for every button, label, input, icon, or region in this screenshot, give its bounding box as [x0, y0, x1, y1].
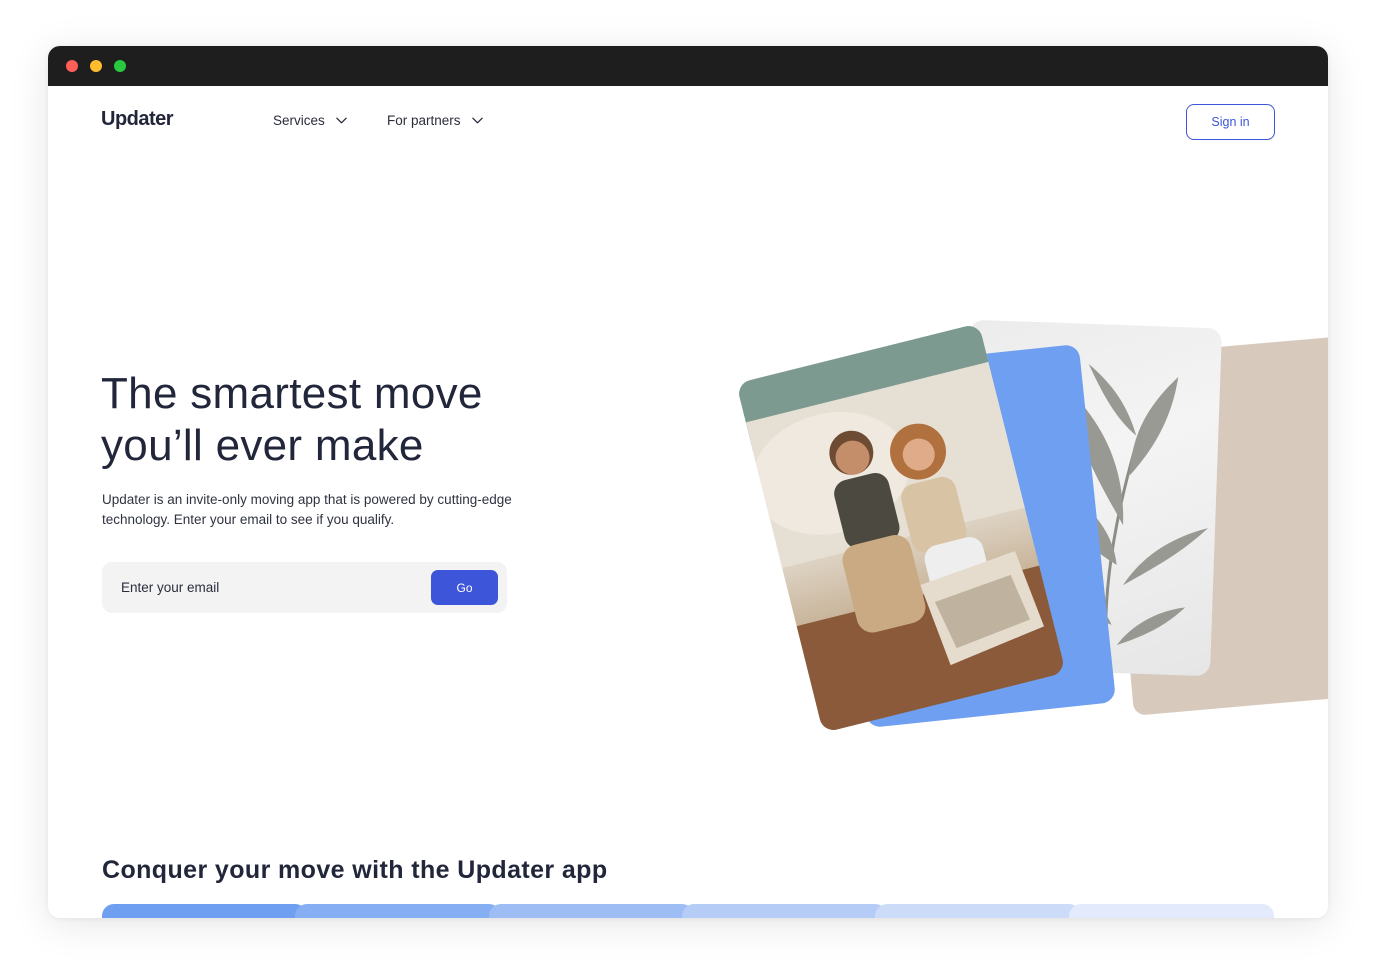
hero-title: The smartest move you’ll ever make: [101, 369, 483, 470]
feature-tab[interactable]: [875, 904, 1081, 918]
nav-for-partners-label: For partners: [387, 113, 461, 128]
hero-subtitle: Updater is an invite-only moving app tha…: [102, 492, 512, 527]
nav-for-partners[interactable]: For partners: [387, 113, 484, 128]
go-button[interactable]: Go: [431, 570, 498, 605]
chevron-down-icon: [335, 117, 347, 124]
feature-tabs-strip: [102, 904, 1274, 918]
feature-tab[interactable]: [1068, 904, 1274, 918]
maximize-window-button[interactable]: [114, 60, 126, 72]
nav-services[interactable]: Services: [273, 113, 348, 128]
hero-collage: [698, 316, 1328, 746]
feature-tab[interactable]: [102, 904, 308, 918]
section-title: Conquer your move with the Updater app: [102, 856, 608, 884]
email-signup-form: Go: [102, 562, 507, 613]
sign-in-button[interactable]: Sign in: [1186, 104, 1275, 140]
feature-tab[interactable]: [295, 904, 501, 918]
minimize-window-button[interactable]: [90, 60, 102, 72]
feature-tab[interactable]: [488, 904, 694, 918]
chevron-down-icon: [471, 117, 483, 124]
updater-logo[interactable]: Updater: [101, 108, 174, 131]
window-titlebar: [48, 46, 1328, 86]
email-input[interactable]: [102, 562, 422, 613]
browser-window: Updater Services For partners Sign in Th…: [48, 46, 1328, 918]
page-content: Updater Services For partners Sign in Th…: [48, 86, 1328, 918]
nav-services-label: Services: [273, 113, 325, 128]
close-window-button[interactable]: [66, 60, 78, 72]
feature-tab[interactable]: [681, 904, 888, 918]
